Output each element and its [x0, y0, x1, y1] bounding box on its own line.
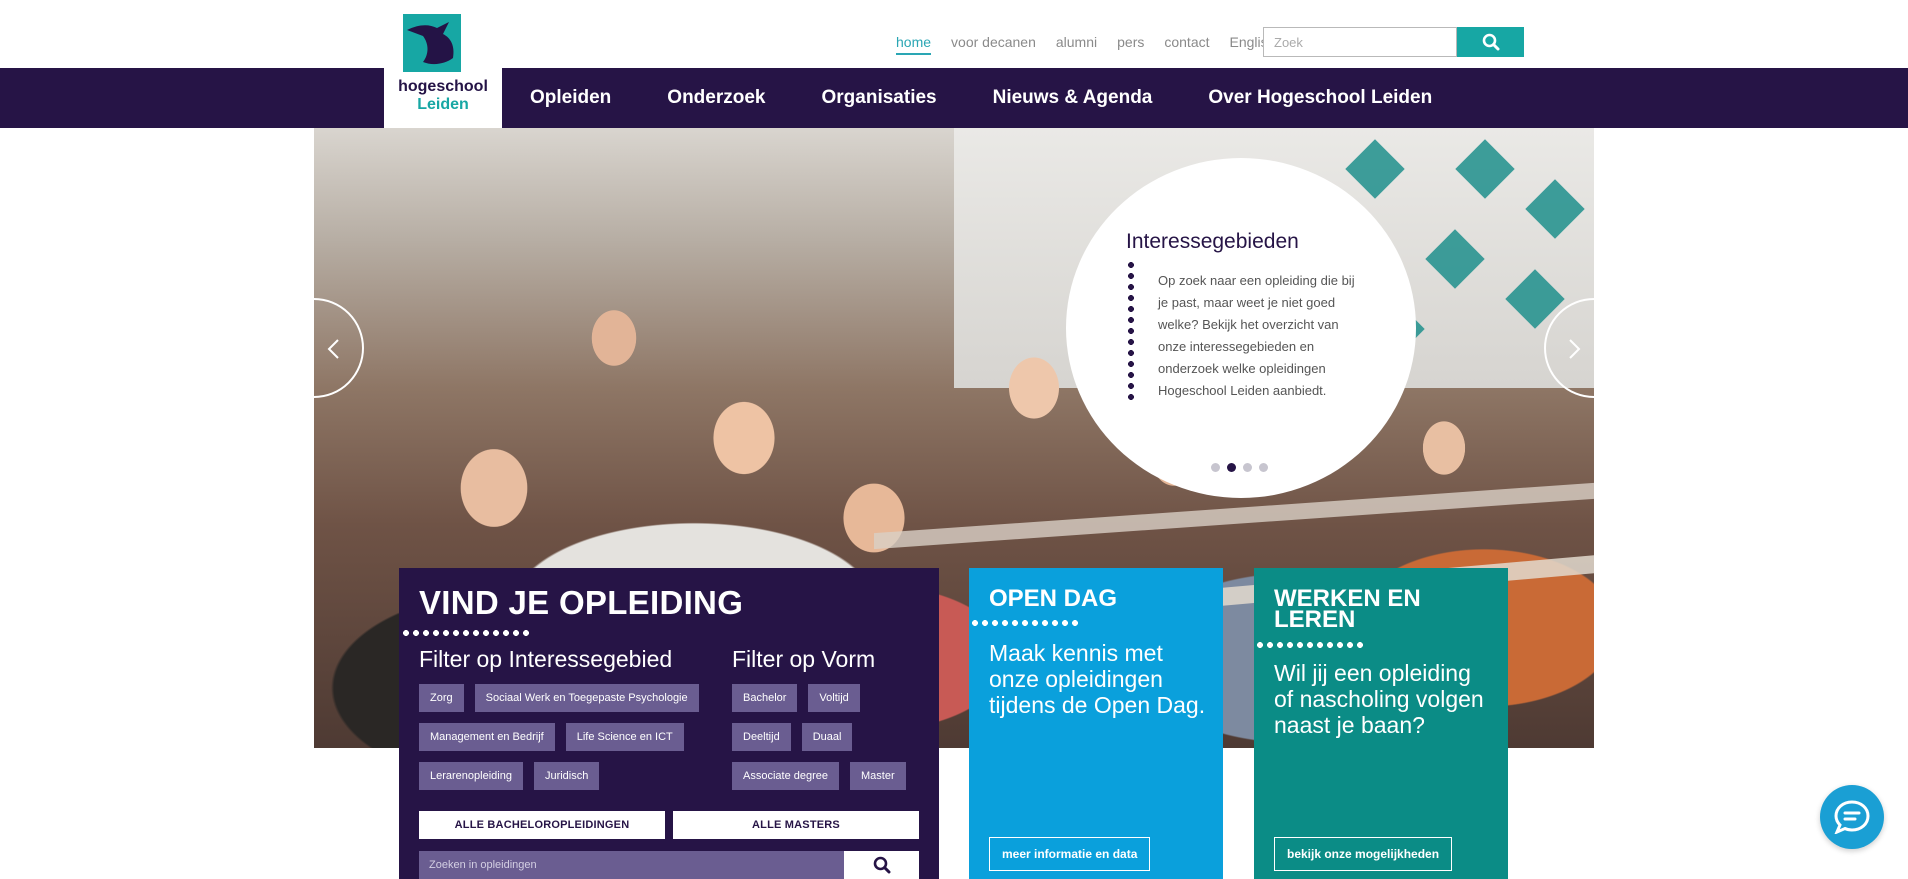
nav-item-over-hogeschool-leiden[interactable]: Over Hogeschool Leiden [1208, 87, 1432, 109]
open-day-text: Maak kennis met onze opleidingen tijdens… [989, 640, 1206, 718]
pager-dot-active[interactable] [1227, 463, 1236, 472]
logo-text-hogeschool: hogeschool [398, 78, 488, 95]
hero-info-circle: Interessegebieden Op zoek naar een oplei… [1066, 158, 1416, 498]
hero-title: Interessegebieden [1126, 230, 1299, 253]
tag-voltijd[interactable]: Voltijd [808, 684, 860, 712]
logo-mark-icon [403, 14, 461, 72]
open-day-title: OPEN DAG [989, 585, 1118, 612]
program-search-button[interactable] [844, 851, 919, 879]
tag-management-bedrijf[interactable]: Management en Bedrijf [419, 723, 555, 751]
dotted-divider [972, 620, 1082, 627]
program-search-input[interactable] [419, 851, 844, 879]
search-input[interactable] [1263, 27, 1457, 57]
dotted-divider [1128, 262, 1134, 404]
all-masters-button[interactable]: ALLE MASTERS [673, 811, 919, 839]
all-bachelors-button[interactable]: ALLE BACHELOROPLEIDINGEN [419, 811, 665, 839]
utility-link-pers[interactable]: pers [1117, 34, 1144, 55]
site-search [1263, 27, 1524, 57]
nav-item-organisaties[interactable]: Organisaties [822, 87, 937, 109]
find-program-title: VIND JE OPLEIDING [419, 584, 744, 621]
search-button[interactable] [1457, 27, 1524, 57]
top-bar: home voor decanen alumni pers contact En… [0, 0, 1908, 68]
chat-button[interactable] [1820, 785, 1884, 849]
utility-link-contact[interactable]: contact [1164, 34, 1209, 55]
tag-sociaal-werk[interactable]: Sociaal Werk en Toegepaste Psychologie [474, 684, 699, 712]
dotted-divider [403, 630, 533, 637]
tag-life-science-ict[interactable]: Life Science en ICT [565, 723, 684, 751]
work-study-panel: WERKEN EN LEREN Wil jij een opleiding of… [1254, 568, 1508, 879]
dotted-divider [1257, 642, 1367, 649]
utility-nav: home voor decanen alumni pers contact En… [896, 34, 1295, 55]
tag-juridisch[interactable]: Juridisch [533, 762, 600, 790]
tag-associate-degree[interactable]: Associate degree [732, 762, 839, 790]
filter-interest-title: Filter op Interessegebied [419, 646, 673, 672]
work-study-button[interactable]: bekijk onze mogelijkheden [1274, 837, 1453, 871]
slider-next-button[interactable] [1544, 298, 1644, 398]
program-search [419, 851, 919, 879]
open-day-panel: OPEN DAG Maak kennis met onze opleidinge… [969, 568, 1223, 879]
slider-prev-button[interactable] [264, 298, 364, 398]
tag-bachelor[interactable]: Bachelor [732, 684, 798, 712]
filter-interest-tags: Zorg Sociaal Werk en Toegepaste Psycholo… [419, 684, 719, 790]
hero-text: Op zoek naar een opleiding die bij je pa… [1158, 273, 1355, 398]
nav-item-onderzoek[interactable]: Onderzoek [667, 87, 765, 109]
tag-deeltijd[interactable]: Deeltijd [732, 723, 791, 751]
find-program-panel: VIND JE OPLEIDING Filter op Interessegeb… [399, 568, 939, 879]
nav-item-opleiden[interactable]: Opleiden [530, 87, 611, 109]
slider-pager [1211, 463, 1268, 472]
work-study-text: Wil jij een opleiding of nascholing volg… [1274, 660, 1484, 738]
work-study-title-line2: LEREN [1274, 606, 1356, 633]
logo[interactable]: hogeschool Leiden [384, 0, 502, 128]
tag-zorg[interactable]: Zorg [419, 684, 464, 712]
filter-form-tags: Bachelor Voltijd Deeltijd Duaal Associat… [732, 684, 922, 790]
chat-icon [1834, 800, 1870, 834]
utility-link-home[interactable]: home [896, 34, 932, 55]
search-icon [1482, 33, 1499, 51]
utility-link-voor-decanen[interactable]: voor decanen [951, 34, 1036, 55]
tag-master[interactable]: Master [850, 762, 906, 790]
nav-item-nieuws-agenda[interactable]: Nieuws & Agenda [993, 87, 1153, 109]
pager-dot[interactable] [1243, 463, 1252, 472]
filter-form-title: Filter op Vorm [732, 646, 876, 672]
open-day-button[interactable]: meer informatie en data [989, 837, 1151, 871]
tag-duaal[interactable]: Duaal [801, 723, 853, 751]
pager-dot[interactable] [1211, 463, 1220, 472]
logo-text-leiden: Leiden [417, 96, 469, 113]
pager-dot[interactable] [1259, 463, 1268, 472]
search-icon [873, 856, 890, 874]
main-nav: Opleiden Onderzoek Organisaties Nieuws &… [0, 68, 1908, 128]
utility-link-alumni[interactable]: alumni [1056, 34, 1097, 55]
chevron-right-icon [1569, 339, 1581, 359]
tag-lerarenopleiding[interactable]: Lerarenopleiding [419, 762, 523, 790]
chevron-left-icon [327, 339, 339, 359]
